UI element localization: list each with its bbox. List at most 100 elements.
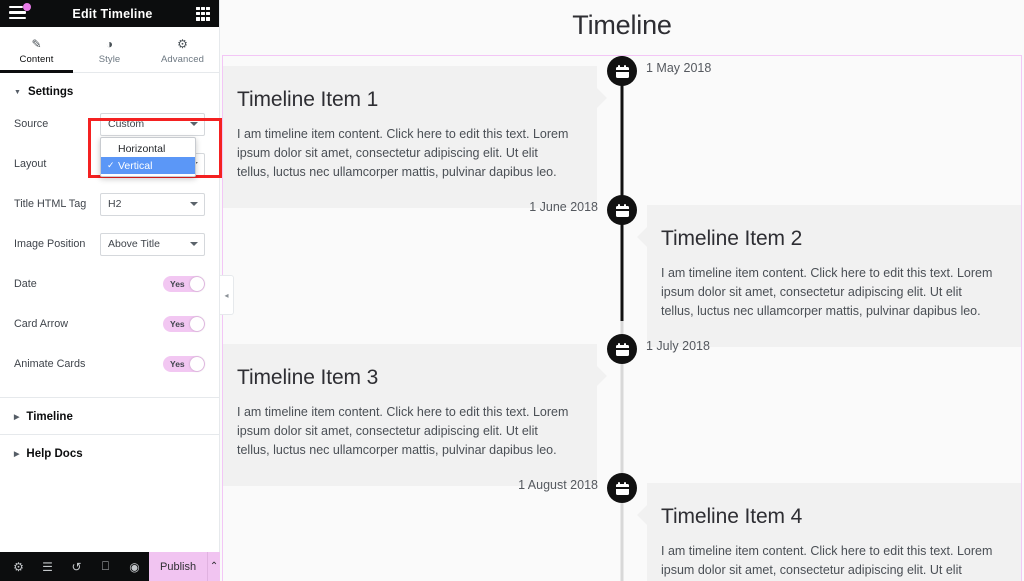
timeline-card-title: Timeline Item 3 [237,366,379,389]
navigator-layers-icon[interactable]: ☰ [33,552,62,581]
toggle-knob [190,357,204,371]
timeline-marker[interactable] [607,334,637,364]
timeline-date: 1 July 2018 [646,339,710,353]
timeline-card-title: Timeline Item 1 [237,88,379,111]
calendar-icon [615,481,629,495]
elementor-editor: Edit Timeline ✎ Content ◑ Style ⚙ Advanc… [0,0,1024,581]
tab-style-label: Style [98,53,121,65]
editor-panel: Edit Timeline ✎ Content ◑ Style ⚙ Advanc… [0,0,222,581]
check-icon: ✓ [107,160,115,170]
card-arrow-toggle-label: Yes [170,319,185,329]
card-arrow-icon [597,366,607,386]
publish-button[interactable]: Publish [149,552,208,581]
layout-dropdown-menu[interactable]: Horizontal ✓ Vertical [100,137,196,177]
tab-style[interactable]: ◑ Style [73,27,146,72]
card-arrow-icon [597,88,607,108]
control-source-label: Source [14,118,49,130]
control-animate-cards: Animate Cards Yes [14,349,205,379]
animate-cards-toggle-label: Yes [170,359,185,369]
control-title-html-tag: Title HTML Tag H2 [14,189,205,219]
dropdown-option-vertical-label: Vertical [118,159,153,172]
toggle-knob [190,317,204,331]
date-toggle[interactable]: Yes [163,276,205,292]
panel-title: Edit Timeline [72,6,153,21]
hamburger-menu-icon[interactable] [9,2,31,22]
timeline-item: Timeline Item 3 I am timeline item conte… [223,334,1021,486]
preview-eye-icon[interactable]: ◉ [120,552,149,581]
tab-advanced-label: Advanced [160,53,205,65]
history-icon[interactable]: ↺ [62,552,91,581]
section-settings[interactable]: ▼ Settings [0,73,219,109]
panel-footer: ⚙ ☰ ↺ ⎕ ◉ Publish ⌃ [0,552,220,581]
card-arrow-toggle[interactable]: Yes [163,316,205,332]
image-position-value: Above Title [108,238,160,250]
timeline-widget-selection[interactable]: Timeline Item 1 I am timeline item conte… [222,55,1022,581]
timeline-date: 1 June 2018 [529,200,598,214]
animate-cards-toggle[interactable]: Yes [163,356,205,372]
publish-options-caret-icon[interactable]: ⌃ [207,552,220,581]
timeline-card-title: Timeline Item 2 [661,227,803,250]
timeline-marker[interactable] [607,195,637,225]
source-select[interactable]: Custom [100,112,205,136]
half-circle-icon: ◑ [105,36,114,51]
control-animate-cards-label: Animate Cards [14,358,86,370]
section-timeline[interactable]: ▶ Timeline [0,397,219,434]
control-card-arrow-label: Card Arrow [14,318,69,330]
control-image-position: Image Position Above Title [14,229,205,259]
section-timeline-label: Timeline [26,411,73,423]
chevron-right-icon: ▶ [14,450,20,458]
settings-gear-icon[interactable]: ⚙ [4,552,33,581]
source-select-value: Custom [108,118,145,130]
title-html-tag-select[interactable]: H2 [100,192,205,216]
control-source: Source Custom [14,109,205,139]
timeline-card[interactable]: Timeline Item 2 I am timeline item conte… [637,205,1021,347]
chevron-down-icon [190,242,198,246]
timeline-marker[interactable] [607,56,637,86]
tab-content-label: Content [19,53,54,65]
calendar-icon [615,203,629,217]
control-layout-label: Layout [14,158,47,170]
dropdown-option-vertical[interactable]: ✓ Vertical [101,157,195,174]
timeline-card[interactable]: Timeline Item 1 I am timeline item conte… [223,66,607,208]
timeline-date: 1 May 2018 [646,61,712,75]
title-html-tag-value: H2 [108,198,122,210]
timeline-card-text: I am timeline item content. Click here t… [661,266,993,318]
tab-advanced[interactable]: ⚙ Advanced [146,27,219,72]
section-settings-label: Settings [27,86,74,98]
editor-canvas: Timeline Timeline Item 1 I am timeline i… [220,0,1024,581]
control-date-label: Date [14,278,37,290]
tab-content[interactable]: ✎ Content [0,27,73,73]
pencil-icon: ✎ [31,36,42,51]
timeline-card-text: I am timeline item content. Click here t… [237,405,569,457]
timeline-date: 1 August 2018 [518,478,598,492]
timeline-card-text: I am timeline item content. Click here t… [237,127,569,179]
date-toggle-label: Yes [170,279,185,289]
timeline-item: Timeline Item 4 I am timeline item conte… [223,473,1021,581]
dropdown-option-horizontal[interactable]: Horizontal [101,140,195,157]
dropdown-option-horizontal-label: Horizontal [118,142,166,155]
chevron-down-icon [190,122,198,126]
chevron-down-icon [190,202,198,206]
footer-tools: ⚙ ☰ ↺ ⎕ ◉ [0,552,149,581]
timeline-card-title: Timeline Item 4 [661,505,803,528]
section-help-docs-label: Help Docs [26,448,83,460]
image-position-select[interactable]: Above Title [100,232,205,256]
control-date: Date Yes [14,269,205,299]
card-arrow-icon [637,227,647,247]
responsive-mode-icon[interactable]: ⎕ [91,552,120,581]
page-title: Timeline [572,10,672,40]
timeline-card[interactable]: Timeline Item 4 I am timeline item conte… [637,483,1021,581]
timeline-card-text: I am timeline item content. Click here t… [661,544,993,577]
card-arrow-icon [637,505,647,525]
toggle-knob [190,277,204,291]
widgets-grid-icon[interactable] [196,6,210,21]
timeline-item: Timeline Item 2 I am timeline item conte… [223,195,1021,347]
timeline-marker[interactable] [607,473,637,503]
panel-collapse-handle[interactable]: ◂ [220,275,234,315]
control-title-html-tag-label: Title HTML Tag [14,198,87,210]
section-help-docs[interactable]: ▶ Help Docs [0,434,219,471]
chevron-down-icon: ▼ [14,88,21,96]
calendar-icon [615,342,629,356]
timeline-card[interactable]: Timeline Item 3 I am timeline item conte… [223,344,607,486]
gear-icon: ⚙ [177,36,188,51]
